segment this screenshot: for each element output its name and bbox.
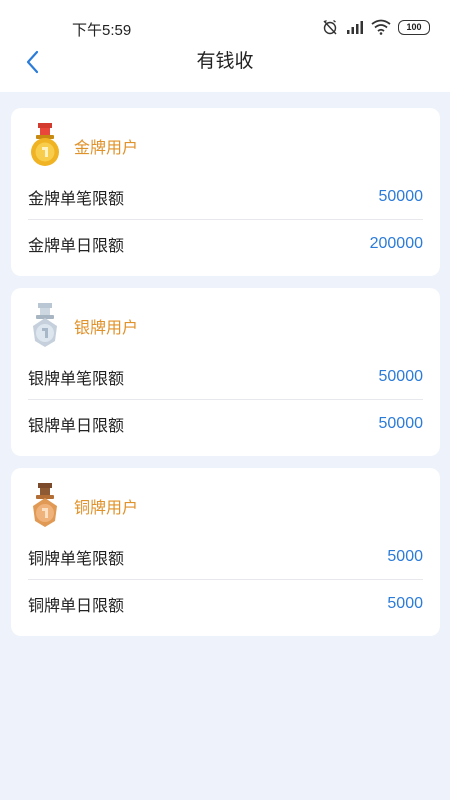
- bronze-tier-heading: 铜牌用户: [28, 483, 138, 529]
- status-time: 下午5:59: [72, 22, 132, 39]
- bronze-daily-limit-row: 铜牌单日限额 5000: [28, 581, 423, 627]
- silver-daily-limit-value: 50000: [378, 415, 424, 432]
- bronze-single-limit-label: 铜牌单笔限额: [28, 551, 125, 568]
- wifi-icon: [371, 19, 391, 35]
- gold-single-limit-label: 金牌单笔限额: [28, 191, 125, 208]
- status-icons: 100: [321, 17, 430, 37]
- signal-icon: [347, 21, 363, 34]
- silver-tier-card: 银牌用户 银牌单笔限额 50000 银牌单日限额 50000: [11, 288, 440, 456]
- bronze-daily-limit-value: 5000: [387, 595, 423, 612]
- divider: [28, 219, 423, 220]
- silver-single-limit-label: 银牌单笔限额: [28, 371, 125, 388]
- silver-single-limit-row: 银牌单笔限额 50000: [28, 354, 423, 400]
- silver-single-limit-value: 50000: [378, 368, 424, 385]
- alarm-off-icon: [323, 19, 337, 35]
- gold-tier-card: 金牌用户 金牌单笔限额 50000 金牌单日限额 200000: [11, 108, 440, 276]
- bronze-single-limit-value: 5000: [387, 548, 423, 565]
- divider: [28, 579, 423, 580]
- bronze-daily-limit-label: 铜牌单日限额: [28, 598, 125, 615]
- header-bar: 下午5:59 100 有钱收: [0, 0, 450, 92]
- gold-daily-limit-value: 200000: [369, 235, 423, 252]
- silver-tier-heading: 银牌用户: [28, 303, 138, 349]
- gold-medal-icon: [31, 123, 59, 166]
- bronze-medal-icon: [33, 483, 57, 527]
- silver-daily-limit-row: 银牌单日限额 50000: [28, 401, 423, 447]
- silver-tier-label: 银牌用户: [74, 320, 139, 337]
- gold-single-limit-value: 50000: [378, 188, 424, 205]
- silver-daily-limit-label: 银牌单日限额: [28, 418, 125, 435]
- divider: [28, 399, 423, 400]
- battery-icon: 100: [398, 19, 430, 35]
- gold-daily-limit-label: 金牌单日限额: [28, 238, 125, 255]
- bronze-tier-card: 铜牌用户 铜牌单笔限额 5000 铜牌单日限额 5000: [11, 468, 440, 636]
- page-title: 有钱收: [196, 51, 254, 72]
- bronze-tier-label: 铜牌用户: [74, 500, 139, 517]
- gold-single-limit-row: 金牌单笔限额 50000: [28, 174, 423, 220]
- bronze-single-limit-row: 铜牌单笔限额 5000: [28, 534, 423, 580]
- gold-tier-label: 金牌用户: [74, 140, 139, 157]
- page: 下午5:59 100 有钱收 金牌用户 金牌单笔限额 50000 金牌单日限额 …: [0, 0, 450, 800]
- silver-medal-icon: [33, 303, 57, 347]
- gold-tier-heading: 金牌用户: [28, 123, 138, 169]
- gold-daily-limit-row: 金牌单日限额 200000: [28, 221, 423, 267]
